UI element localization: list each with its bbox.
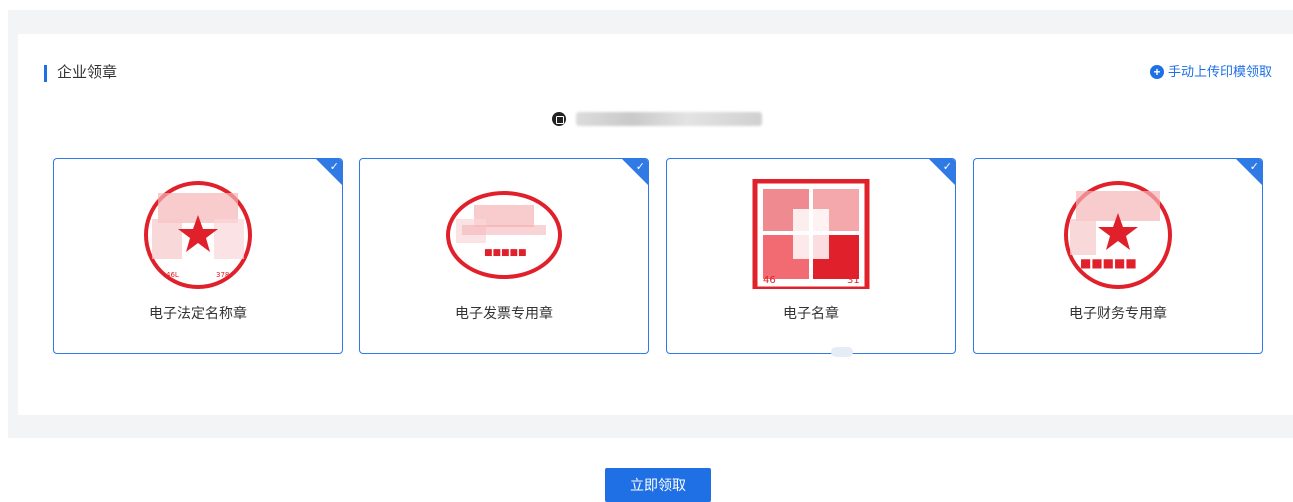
seal-card-invoice[interactable]: ✓ ■■■■■ 电子发票专用章 <box>359 158 649 354</box>
seal-label: 电子财务专用章 <box>1069 305 1167 321</box>
check-icon: ✓ <box>942 161 952 173</box>
svg-text:46: 46 <box>763 275 776 286</box>
check-icon: ✓ <box>329 161 339 173</box>
seal-label: 电子发票专用章 <box>455 305 553 321</box>
seal-label: 电子名章 <box>783 305 839 321</box>
check-icon: ✓ <box>635 161 645 173</box>
check-icon: ✓ <box>1249 161 1259 173</box>
seal-card-finance[interactable]: ✓ ■■■■■ 电子财务专用章 <box>973 158 1263 354</box>
seal-image-invoice: ■■■■■ <box>446 191 562 279</box>
svg-text:378: 378 <box>216 271 229 279</box>
plus-circle-icon: + <box>1149 65 1164 79</box>
manual-upload-label: 手动上传印模领取 <box>1167 64 1272 79</box>
company-name: ■■■■■■■■■■■■ <box>576 112 762 126</box>
svg-text:31: 31 <box>847 275 860 286</box>
seal-label: 电子法定名称章 <box>149 305 247 321</box>
seal-image-legal-name: 46L 378 <box>144 181 252 289</box>
svg-text:46L: 46L <box>166 271 179 279</box>
seal-image-personal-name: 46 31 <box>752 179 870 289</box>
seal-card-legal-name[interactable]: ✓ 46L 378 电子法定名称章 <box>53 158 343 354</box>
claim-now-button[interactable]: 立即领取 <box>605 468 711 502</box>
company-row: ■■■■■■■■■■■■ <box>552 112 762 126</box>
scroll-indicator[interactable] <box>831 347 853 357</box>
title-accent-bar <box>44 65 47 82</box>
building-icon <box>552 112 566 126</box>
section-title: 企业领章 <box>57 64 118 81</box>
manual-upload-link[interactable]: + 手动上传印模领取 <box>1149 62 1272 82</box>
seal-card-personal-name[interactable]: ✓ 46 31 电子名章 <box>666 158 956 354</box>
svg-text:■■■■■: ■■■■■ <box>484 248 527 258</box>
svg-text:■■■■■: ■■■■■ <box>1080 256 1137 270</box>
seal-image-finance: ■■■■■ <box>1064 181 1172 289</box>
